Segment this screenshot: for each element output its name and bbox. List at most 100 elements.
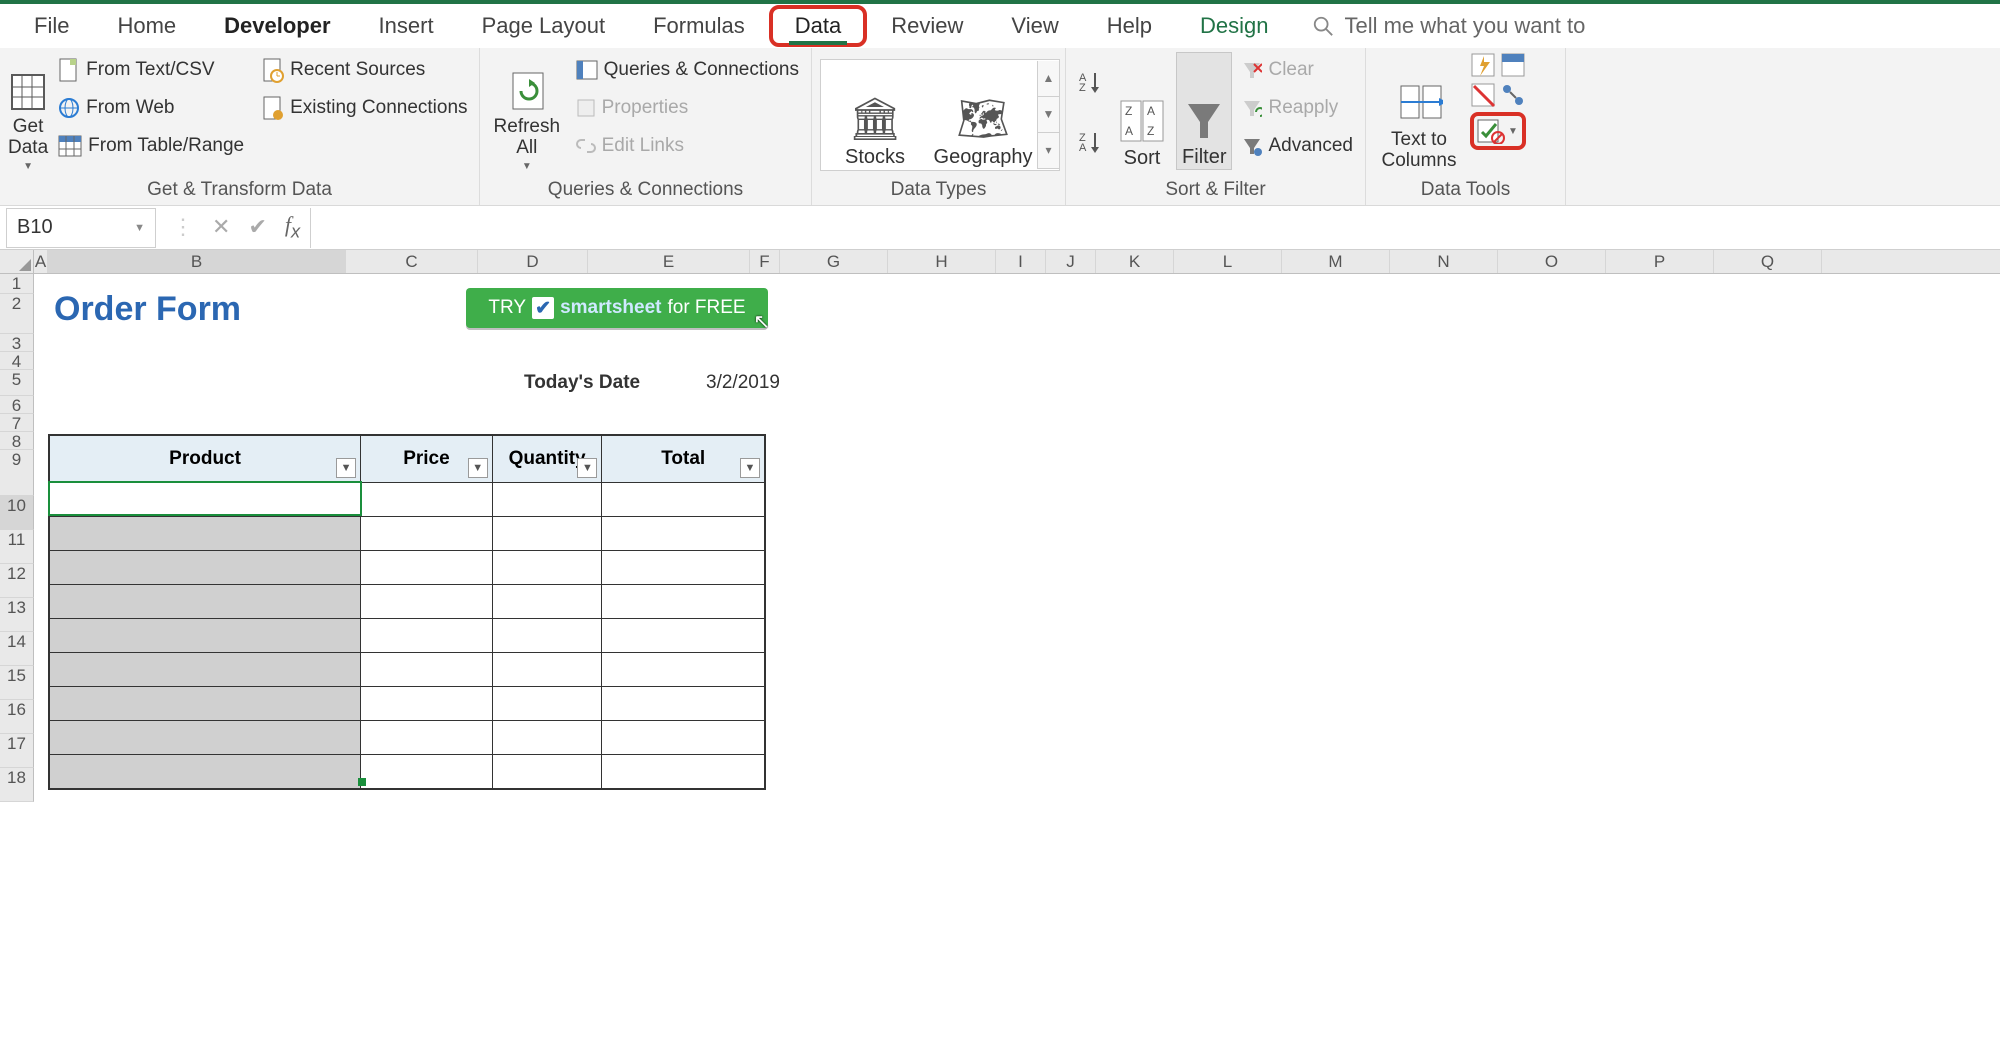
- tab-home[interactable]: Home: [93, 7, 200, 45]
- table-row[interactable]: [50, 720, 764, 754]
- tab-design[interactable]: Design: [1176, 7, 1292, 45]
- th-product[interactable]: Product ▼: [50, 436, 361, 482]
- flash-fill-icon[interactable]: [1470, 52, 1496, 78]
- formula-input[interactable]: [310, 208, 2000, 248]
- table-row[interactable]: [50, 686, 764, 720]
- filter-dropdown-icon[interactable]: ▼: [740, 458, 760, 478]
- col-G[interactable]: G: [780, 250, 888, 273]
- table-row[interactable]: [50, 652, 764, 686]
- gallery-down[interactable]: ▼: [1037, 97, 1059, 133]
- gallery-up[interactable]: ▲: [1037, 61, 1059, 97]
- row-7[interactable]: 7: [0, 414, 34, 432]
- col-N[interactable]: N: [1390, 250, 1498, 273]
- properties-button[interactable]: Properties: [572, 90, 803, 126]
- table-row[interactable]: [50, 516, 764, 550]
- col-Q[interactable]: Q: [1714, 250, 1822, 273]
- row-6[interactable]: 6: [0, 396, 34, 414]
- row-4[interactable]: 4: [0, 352, 34, 370]
- th-total[interactable]: Total ▼: [602, 436, 764, 482]
- tab-view[interactable]: View: [987, 7, 1082, 45]
- col-H[interactable]: H: [888, 250, 996, 273]
- sort-button[interactable]: ZAAZ Sort: [1114, 52, 1170, 170]
- row-13[interactable]: 13: [0, 598, 34, 632]
- text-to-columns-button[interactable]: Text to Columns: [1374, 52, 1464, 172]
- gallery-more[interactable]: ▾: [1037, 133, 1059, 169]
- row-9[interactable]: 9: [0, 450, 34, 496]
- smartsheet-banner[interactable]: TRY ✔ smartsheet for FREE ↖: [466, 288, 768, 328]
- row-17[interactable]: 17: [0, 734, 34, 768]
- row-18[interactable]: 18: [0, 768, 34, 802]
- cells-area[interactable]: Order Form TRY ✔ smartsheet for FREE ↖ T…: [34, 274, 2000, 802]
- queries-connections-button[interactable]: Queries & Connections: [572, 52, 803, 88]
- from-text-csv-button[interactable]: From Text/CSV: [54, 52, 248, 88]
- existing-connections-button[interactable]: Existing Connections: [258, 90, 471, 126]
- tab-file[interactable]: File: [10, 7, 93, 45]
- data-validation-dropdown[interactable]: ▼: [1508, 126, 1518, 137]
- table-row[interactable]: [50, 482, 764, 516]
- sort-asc-button[interactable]: AZ: [1074, 63, 1108, 99]
- relationships-icon[interactable]: [1500, 82, 1526, 108]
- remove-duplicates-icon[interactable]: [1470, 82, 1496, 108]
- advanced-filter-button[interactable]: Advanced: [1238, 128, 1357, 164]
- get-data-button[interactable]: Get Data ▼: [8, 52, 48, 172]
- row-16[interactable]: 16: [0, 700, 34, 734]
- table-row[interactable]: [50, 618, 764, 652]
- col-M[interactable]: M: [1282, 250, 1390, 273]
- tell-me-search[interactable]: Tell me what you want to: [1312, 13, 1585, 39]
- tab-formulas[interactable]: Formulas: [629, 7, 769, 45]
- filter-dropdown-icon[interactable]: ▼: [468, 458, 488, 478]
- row-1[interactable]: 1: [0, 274, 34, 294]
- tab-developer[interactable]: Developer: [200, 7, 354, 45]
- row-3[interactable]: 3: [0, 334, 34, 352]
- tab-help[interactable]: Help: [1083, 7, 1176, 45]
- col-E[interactable]: E: [588, 250, 750, 273]
- table-row[interactable]: [50, 584, 764, 618]
- table-row[interactable]: [50, 550, 764, 584]
- col-P[interactable]: P: [1606, 250, 1714, 273]
- refresh-all-button[interactable]: Refresh All ▼: [488, 52, 566, 172]
- table-row[interactable]: [50, 754, 764, 788]
- row-10[interactable]: 10: [0, 496, 34, 530]
- row-14[interactable]: 14: [0, 632, 34, 666]
- row-2[interactable]: 2: [0, 294, 34, 334]
- fill-handle[interactable]: [358, 778, 366, 786]
- filter-dropdown-icon[interactable]: ▼: [577, 458, 597, 478]
- col-C[interactable]: C: [346, 250, 478, 273]
- sort-desc-button[interactable]: ZA: [1074, 123, 1108, 159]
- recent-sources-button[interactable]: Recent Sources: [258, 52, 471, 88]
- filter-button[interactable]: Filter: [1176, 52, 1232, 170]
- filter-dropdown-icon[interactable]: ▼: [336, 458, 356, 478]
- from-web-button[interactable]: From Web: [54, 90, 248, 126]
- reapply-button[interactable]: Reapply: [1238, 90, 1357, 126]
- tab-data[interactable]: Data: [769, 5, 867, 47]
- geography-type[interactable]: 🗺 Geography: [929, 61, 1037, 169]
- col-B[interactable]: B: [48, 250, 346, 273]
- name-box[interactable]: B10 ▼: [6, 208, 156, 248]
- data-validation-button[interactable]: [1476, 118, 1506, 144]
- fx-icon[interactable]: fx: [285, 212, 300, 242]
- row-5[interactable]: 5: [0, 370, 34, 396]
- from-table-range-button[interactable]: From Table/Range: [54, 128, 248, 164]
- row-11[interactable]: 11: [0, 530, 34, 564]
- row-15[interactable]: 15: [0, 666, 34, 700]
- th-quantity[interactable]: Quantity ▼: [493, 436, 603, 482]
- tab-review[interactable]: Review: [867, 7, 987, 45]
- tab-page-layout[interactable]: Page Layout: [458, 7, 630, 45]
- th-price[interactable]: Price ▼: [361, 436, 493, 482]
- edit-links-button[interactable]: Edit Links: [572, 128, 803, 164]
- row-8[interactable]: 8: [0, 432, 34, 450]
- col-A[interactable]: A: [34, 250, 48, 273]
- select-all-corner[interactable]: [0, 250, 34, 273]
- col-K[interactable]: K: [1096, 250, 1174, 273]
- tab-insert[interactable]: Insert: [355, 7, 458, 45]
- clear-filter-button[interactable]: Clear: [1238, 52, 1357, 88]
- stocks-type[interactable]: 🏛 Stocks: [821, 61, 929, 169]
- col-D[interactable]: D: [478, 250, 588, 273]
- col-I[interactable]: I: [996, 250, 1046, 273]
- consolidate-icon[interactable]: [1500, 52, 1526, 78]
- col-J[interactable]: J: [1046, 250, 1096, 273]
- row-12[interactable]: 12: [0, 564, 34, 598]
- enter-icon[interactable]: ✔: [248, 214, 266, 240]
- col-F[interactable]: F: [750, 250, 780, 273]
- cancel-icon[interactable]: ✕: [212, 214, 230, 240]
